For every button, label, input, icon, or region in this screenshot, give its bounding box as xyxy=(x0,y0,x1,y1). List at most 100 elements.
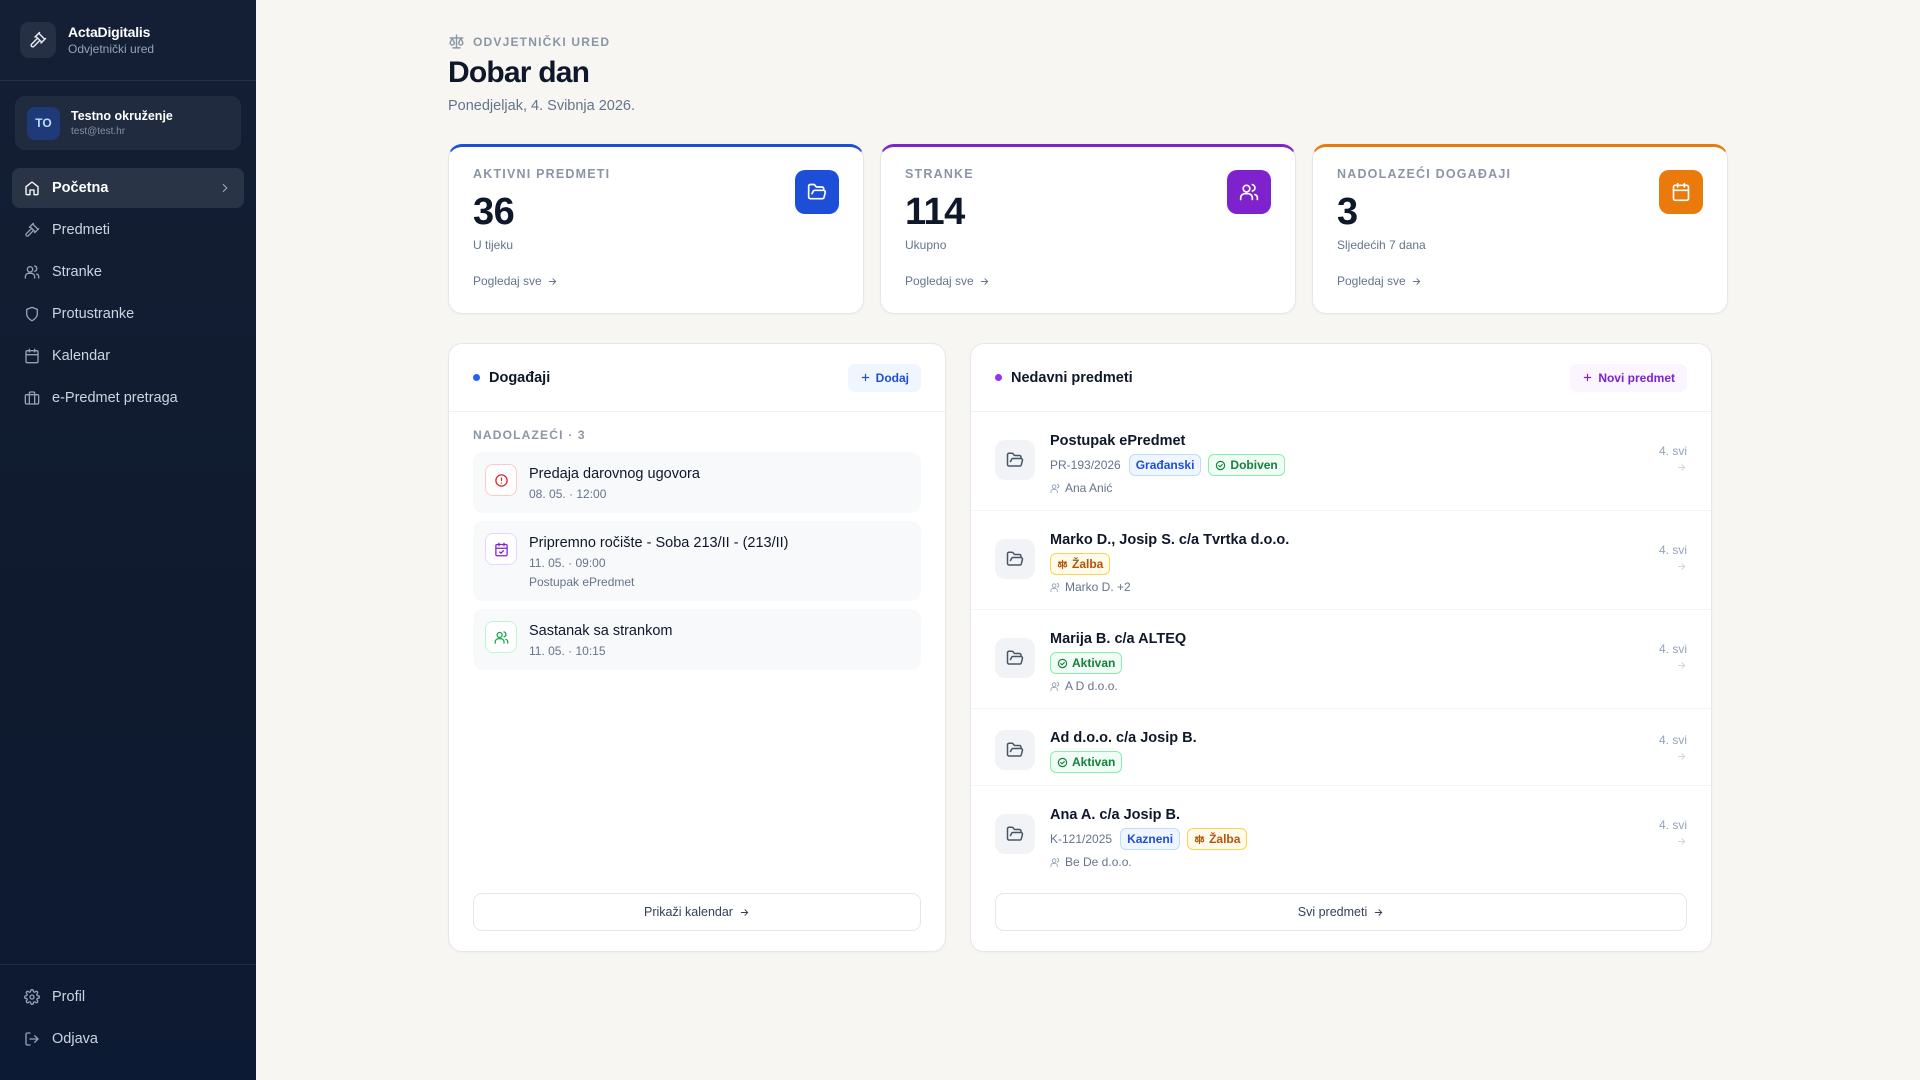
view-all-link[interactable]: Pogledaj sve xyxy=(905,274,1271,288)
event-meta: 11. 05. · 09:00 xyxy=(529,556,606,570)
avatar: TO xyxy=(27,106,60,140)
users-icon xyxy=(1050,857,1060,867)
folder-open-icon xyxy=(995,638,1035,678)
view-all-label: Pogledaj sve xyxy=(905,274,974,288)
case-title: Ad d.o.o. c/a Josip B. xyxy=(1050,730,1197,746)
case-row[interactable]: Marko D., Josip S. c/a Tvrtka d.o.o. Žal… xyxy=(971,511,1711,610)
sidebar-item-predmeti[interactable]: Predmeti xyxy=(12,210,244,250)
case-date: 4. svi xyxy=(1659,642,1687,671)
home-icon xyxy=(25,181,39,196)
event-title: Pripremno ročište - Soba 213/II - (213/I… xyxy=(529,535,789,551)
sidebar-item-epredmet-pretraga[interactable]: e-Predmet pretraga xyxy=(12,378,244,418)
brand-name: ActaDigitalis xyxy=(68,24,151,40)
sidebar-item-label: Početna xyxy=(52,180,109,196)
stat-label: NADOLAZEĆI DOGAĐAJI xyxy=(1337,167,1512,181)
scale-icon xyxy=(1194,834,1205,844)
status-dot xyxy=(995,374,1002,381)
case-row[interactable]: Marija B. c/a ALTEQ Aktivan A D d.o.o. 4… xyxy=(971,610,1711,709)
view-all-label: Pogledaj sve xyxy=(473,274,542,288)
building-icon xyxy=(24,391,40,405)
new-case-label: Novi predmet xyxy=(1598,370,1675,385)
arrow-right-icon xyxy=(1677,838,1686,845)
sidebar-item-pocetna[interactable]: Početna xyxy=(12,168,244,208)
stat-value: 114 xyxy=(905,191,965,233)
sidebar-nav: Početna Predmeti Stranke Protustranke Ka… xyxy=(12,168,244,420)
recent-cases-panel: Nedavni predmeti Novi predmet Postupak e… xyxy=(970,343,1712,952)
arrow-right-icon xyxy=(1677,563,1686,570)
user-card[interactable]: TO Testno okruženje test@test.hr xyxy=(15,96,241,150)
case-row[interactable]: Ana A. c/a Josip B. K-121/2025 Kazneni Ž… xyxy=(971,786,1711,885)
case-party: Ana Anić xyxy=(1050,481,1292,495)
sidebar-bottom-nav: Profil Odjava xyxy=(12,977,244,1061)
users-icon xyxy=(1050,582,1060,592)
sidebar-item-profil[interactable]: Profil xyxy=(12,977,244,1017)
event-meta: 08. 05. · 12:00 xyxy=(529,487,607,501)
case-number: PR-193/2026 xyxy=(1050,458,1121,472)
scale-icon xyxy=(449,34,464,49)
folder-open-icon xyxy=(995,539,1035,579)
gear-icon xyxy=(24,989,40,1005)
status-badge: Aktivan xyxy=(1050,751,1123,773)
case-party: A D d.o.o. xyxy=(1050,679,1186,693)
case-date: 4. svi xyxy=(1659,818,1687,847)
category-badge: Građanski xyxy=(1128,454,1202,476)
stat-card-nadolazeci-dogadaji[interactable]: NADOLAZEĆI DOGAĐAJI 3 Sljedećih 7 dana P… xyxy=(1312,144,1728,314)
stat-sub: Ukupno xyxy=(905,238,947,252)
stat-value: 36 xyxy=(473,191,515,233)
sidebar-divider xyxy=(0,964,256,965)
check-circle-icon xyxy=(1057,658,1068,668)
status-dot xyxy=(473,374,480,381)
case-date: 4. svi xyxy=(1659,543,1687,572)
view-all-link[interactable]: Pogledaj sve xyxy=(473,274,839,288)
sidebar-item-stranke[interactable]: Stranke xyxy=(12,252,244,292)
arrow-right-icon xyxy=(1677,753,1686,760)
all-cases-button[interactable]: Svi predmeti xyxy=(995,893,1687,931)
arrow-right-icon xyxy=(1375,908,1383,916)
new-case-button[interactable]: Novi predmet xyxy=(1570,363,1687,392)
events-section-label: NADOLAZEĆI · 3 xyxy=(473,428,586,442)
case-row[interactable]: Postupak ePredmet PR-193/2026 Građanski … xyxy=(971,412,1711,511)
view-all-label: Pogledaj sve xyxy=(1337,274,1406,288)
category-badge: Kazneni xyxy=(1120,828,1181,850)
users-icon xyxy=(1227,170,1271,214)
chevron-right-icon xyxy=(222,183,228,193)
sidebar-item-label: e-Predmet pretraga xyxy=(52,390,178,406)
plus-icon xyxy=(861,373,869,382)
event-item[interactable]: Predaja darovnog ugovora 08. 05. · 12:00 xyxy=(473,452,921,513)
event-item[interactable]: Sastanak sa strankom 11. 05. · 10:15 xyxy=(473,609,921,670)
sidebar: ActaDigitalis Odvjetnički ured TO Testno… xyxy=(0,0,256,1080)
view-all-link[interactable]: Pogledaj sve xyxy=(1337,274,1703,288)
sidebar-item-protustranke[interactable]: Protustranke xyxy=(12,294,244,334)
status-badge: Dobiven xyxy=(1208,454,1285,476)
sidebar-item-label: Odjava xyxy=(52,1031,98,1047)
panel-title: Događaji xyxy=(489,369,551,386)
sidebar-item-label: Protustranke xyxy=(52,306,135,322)
events-panel-header: Događaji Dodaj xyxy=(449,344,945,412)
stat-label: STRANKE xyxy=(905,167,974,181)
event-case: Postupak ePredmet xyxy=(529,575,635,589)
add-event-button[interactable]: Dodaj xyxy=(847,363,921,392)
case-title: Marija B. c/a ALTEQ xyxy=(1050,631,1187,647)
folder-open-icon xyxy=(995,440,1035,480)
case-party: Be De d.o.o. xyxy=(1050,855,1254,869)
scale-icon xyxy=(1057,559,1068,569)
users-icon xyxy=(485,621,517,653)
brand[interactable]: ActaDigitalis Odvjetnički ured xyxy=(0,0,256,81)
page-title: Dobar dan xyxy=(448,56,590,89)
show-calendar-button[interactable]: Prikaži kalendar xyxy=(473,893,921,931)
sidebar-item-odjava[interactable]: Odjava xyxy=(12,1019,244,1059)
stat-sub: U tijeku xyxy=(473,238,514,252)
event-item[interactable]: Pripremno ročište - Soba 213/II - (213/I… xyxy=(473,521,921,601)
status-badge: Aktivan xyxy=(1050,652,1123,674)
case-date: 4. svi xyxy=(1659,733,1687,762)
case-row[interactable]: Ad d.o.o. c/a Josip B. Aktivan 4. svi xyxy=(971,709,1711,786)
stat-card-stranke[interactable]: STRANKE 114 Ukupno Pogledaj sve xyxy=(880,144,1296,314)
add-event-label: Dodaj xyxy=(875,370,909,385)
all-cases-label: Svi predmeti xyxy=(1297,905,1368,919)
sidebar-item-kalendar[interactable]: Kalendar xyxy=(12,336,244,376)
panel-title: Nedavni predmeti xyxy=(1011,369,1133,386)
stat-card-aktivni-predmeti[interactable]: AKTIVNI PREDMETI 36 U tijeku Pogledaj sv… xyxy=(448,144,864,314)
arrow-right-icon xyxy=(1677,662,1686,669)
users-icon xyxy=(24,265,40,279)
calendar-check-icon xyxy=(485,533,517,565)
